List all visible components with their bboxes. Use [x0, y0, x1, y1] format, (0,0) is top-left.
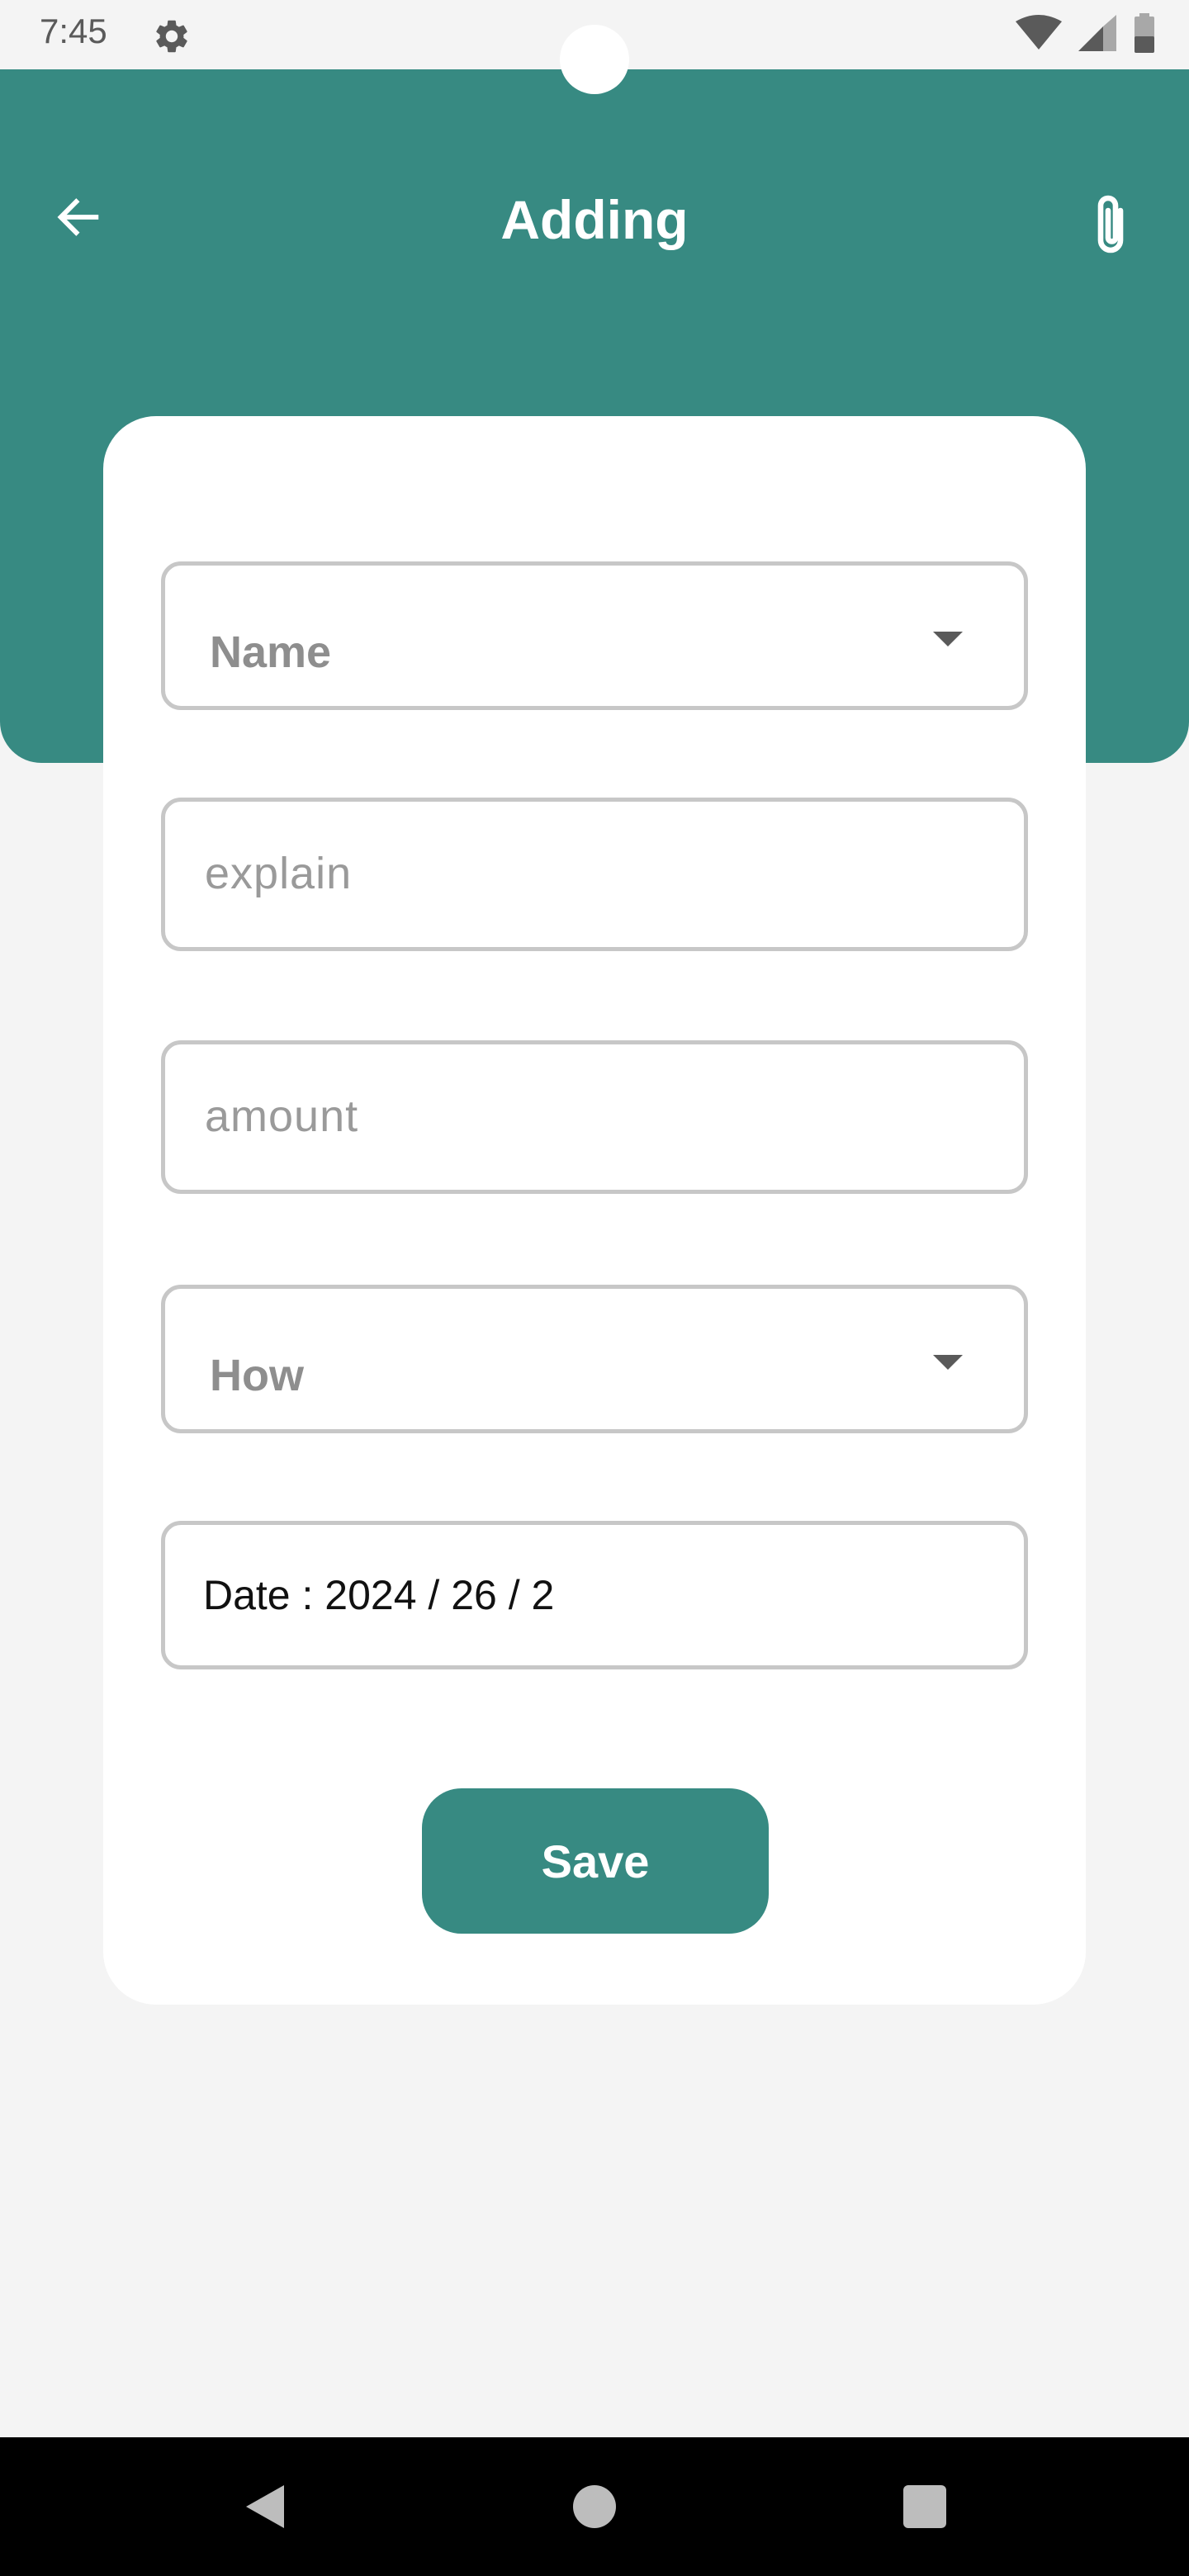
navigation-bar [0, 2437, 1189, 2576]
how-dropdown[interactable]: How [161, 1285, 1028, 1433]
name-dropdown[interactable]: Name [161, 561, 1028, 710]
date-field[interactable]: Date : 2024 / 26 / 2 [161, 1521, 1028, 1669]
save-button[interactable]: Save [422, 1788, 769, 1934]
status-time: 7:45 [40, 12, 107, 50]
status-indicators [1016, 12, 1156, 57]
how-dropdown-label: How [210, 1351, 304, 1400]
paperclip-icon [1097, 195, 1124, 253]
attach-button[interactable] [1065, 180, 1156, 271]
amount-placeholder: amount [205, 1091, 359, 1141]
nav-back-button[interactable] [206, 2437, 322, 2576]
signal-icon [1078, 14, 1116, 55]
form-card: Name explain amount How Date : 2024 / 26… [103, 416, 1086, 2005]
nav-home-button[interactable] [537, 2437, 652, 2576]
wifi-icon [1016, 14, 1062, 55]
caret-down-icon [933, 1355, 963, 1370]
caret-down-icon [933, 632, 963, 646]
explain-input[interactable]: explain [161, 798, 1028, 951]
date-value: Date : 2024 / 26 / 2 [203, 1572, 555, 1618]
screen: 7:45 Adding Name explain amount How Date… [0, 0, 1189, 2576]
battery-icon [1133, 12, 1156, 57]
nav-recents-button[interactable] [867, 2437, 983, 2576]
page-title: Adding [500, 189, 689, 250]
camera-cutout [560, 25, 629, 94]
circle-home-icon [573, 2485, 616, 2528]
gear-icon [152, 17, 192, 56]
explain-placeholder: explain [205, 849, 353, 898]
triangle-back-icon [246, 2485, 284, 2528]
name-dropdown-label: Name [210, 627, 332, 677]
square-recents-icon [903, 2485, 946, 2528]
amount-input[interactable]: amount [161, 1040, 1028, 1194]
